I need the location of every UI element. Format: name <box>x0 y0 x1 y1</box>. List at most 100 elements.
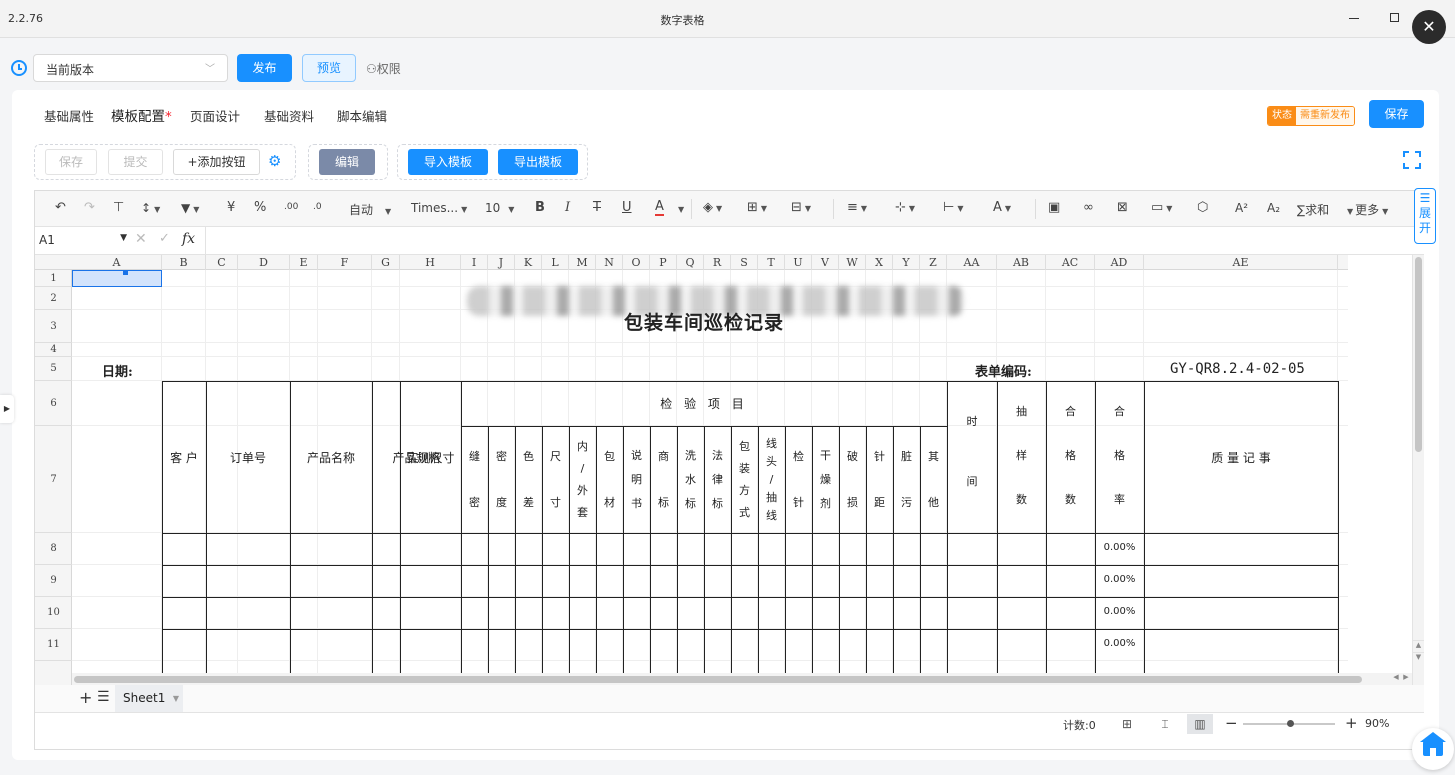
column-header-cell[interactable]: N <box>596 255 623 270</box>
column-header-cell[interactable]: G <box>372 255 400 270</box>
header-sample-char[interactable]: 抽 <box>997 401 1046 423</box>
inspection-item-char[interactable]: 标 <box>677 493 704 515</box>
column-header-cell[interactable]: F <box>318 255 372 270</box>
header-order-no[interactable]: 订单号 <box>206 449 290 466</box>
font-color-dropdown[interactable]: ▼ <box>675 201 684 215</box>
inspection-item-char[interactable]: 书 <box>623 493 650 515</box>
column-header-cell[interactable]: AB <box>997 255 1046 270</box>
fill-handle[interactable] <box>123 270 128 275</box>
header-rate-char[interactable]: 率 <box>1095 489 1144 511</box>
sort-icon[interactable]: ↕ ▼ <box>141 201 160 215</box>
align-left-icon[interactable]: ≡ ▼ <box>847 200 867 215</box>
fill-color-icon[interactable]: ◈ ▼ <box>703 200 722 215</box>
inspection-item-char[interactable]: 密 <box>461 492 488 514</box>
increase-decimal-icon[interactable]: .00 <box>284 202 298 212</box>
fullscreen-icon[interactable] <box>1403 151 1421 169</box>
row-header-cell[interactable]: 5 <box>35 357 72 381</box>
inspection-item-char[interactable]: 密 <box>488 446 515 468</box>
pass-rate-cell[interactable]: 0.00% <box>1095 574 1144 585</box>
date-label[interactable]: 日期: <box>102 361 133 380</box>
form-code-label[interactable]: 表单编码: <box>975 361 1032 380</box>
row-header-cell[interactable]: 2 <box>35 287 72 310</box>
inspection-item-char[interactable]: 脏 <box>893 446 920 468</box>
inspection-item-char[interactable]: 内 <box>569 436 596 458</box>
column-header-cell[interactable]: X <box>866 255 893 270</box>
column-header-cell[interactable]: S <box>731 255 758 270</box>
header-customer[interactable]: 客 户 <box>162 449 206 466</box>
vertical-scrollbar[interactable]: ▲ ▼ <box>1412 255 1424 685</box>
cancel-icon[interactable]: ✕ <box>135 231 147 247</box>
number-format-select[interactable]: 自动 ▼ <box>349 201 391 218</box>
scroll-up-icon[interactable]: ▲ <box>1413 640 1424 652</box>
row-header-cell[interactable]: 9 <box>35 565 72 597</box>
expand-panel-button[interactable]: ☰ 展开 <box>1414 188 1436 244</box>
image-icon[interactable]: ▣ <box>1048 200 1060 215</box>
inspection-item-char[interactable]: 燥 <box>812 469 839 491</box>
inspection-item-char[interactable]: 寸 <box>542 492 569 514</box>
header-qualified-char[interactable]: 数 <box>1046 489 1095 511</box>
header-sample-char[interactable]: 样 <box>997 445 1046 467</box>
inspection-item-char[interactable]: 针 <box>785 492 812 514</box>
zoom-out-icon[interactable]: − <box>1225 714 1238 732</box>
row-header-cell[interactable]: 8 <box>35 533 72 565</box>
name-box[interactable]: A1 ▼ <box>39 233 127 247</box>
normal-view-icon[interactable]: ⊞ <box>1114 714 1140 734</box>
form-submit-button[interactable]: 提交 <box>108 149 163 175</box>
inspection-group-header[interactable]: 检 验 项 目 <box>461 395 947 412</box>
header-time-char[interactable]: 时 <box>947 411 997 433</box>
column-header-cell[interactable]: AE <box>1144 255 1338 270</box>
maximize-icon[interactable] <box>1390 13 1399 22</box>
column-header-cell[interactable]: H <box>400 255 461 270</box>
column-header-cell[interactable]: M <box>569 255 596 270</box>
inspection-item-char[interactable]: / <box>569 458 596 480</box>
inspection-item-char[interactable]: 律 <box>704 469 731 491</box>
font-family-select[interactable]: Times... ▼ <box>411 201 467 215</box>
import-template-button[interactable]: 导入模板 <box>408 149 488 175</box>
version-select[interactable]: 当前版本 ﹀ <box>33 54 228 82</box>
currency-icon[interactable]: ¥ <box>227 200 235 215</box>
header-sample-char[interactable]: 数 <box>997 489 1046 511</box>
border-icon[interactable]: ⊞ ▼ <box>747 200 767 215</box>
bold-icon[interactable]: B <box>535 200 545 215</box>
tab-script-edit[interactable]: 脚本编辑 <box>337 106 387 125</box>
column-header-cell[interactable]: C <box>206 255 238 270</box>
undo-icon[interactable]: ↶ <box>55 200 66 215</box>
horizontal-scrollbar[interactable]: ◀ ▶ <box>72 673 1412 685</box>
inspection-item-char[interactable]: 说 <box>623 445 650 467</box>
font-size-select[interactable]: 10 ▼ <box>485 201 514 215</box>
inspection-item-char[interactable]: 检 <box>785 446 812 468</box>
tab-page-design[interactable]: 页面设计 <box>190 106 240 125</box>
add-sheet-icon[interactable]: + <box>79 688 92 707</box>
header-qualified-char[interactable]: 格 <box>1046 445 1095 467</box>
format-painter-icon[interactable]: ⊤ <box>113 200 124 215</box>
inspection-item-char[interactable]: 水 <box>677 469 704 491</box>
column-header-cell[interactable]: R <box>704 255 731 270</box>
sheet-list-icon[interactable]: ☰ <box>97 689 110 705</box>
column-header-cell[interactable]: Q <box>677 255 704 270</box>
inspection-item-char[interactable]: 损 <box>839 492 866 514</box>
cell-grid[interactable]: A B C D E F G H I J K L M N O P Q R S T U V W X Y Z AA AB AC AD AE 123… <box>35 255 1424 685</box>
history-clock-icon[interactable] <box>11 60 27 76</box>
vertical-scroll-thumb[interactable] <box>1415 257 1422 452</box>
row-header-cell[interactable]: 4 <box>35 343 72 357</box>
inspection-item-char[interactable]: 其 <box>920 446 947 468</box>
minimize-icon[interactable] <box>1346 8 1362 28</box>
header-rate-char[interactable]: 合 <box>1095 401 1144 423</box>
gear-icon[interactable]: ⚙ <box>268 153 284 169</box>
comment-icon[interactable]: ▭ ▼ <box>1151 200 1172 215</box>
column-header-cell[interactable]: O <box>623 255 650 270</box>
column-header-cell[interactable]: D <box>238 255 290 270</box>
column-header-cell[interactable]: L <box>542 255 569 270</box>
row-header-cell[interactable]: 3 <box>35 310 72 343</box>
sum-button[interactable]: ∑求和 <box>1297 201 1329 218</box>
inspection-item-char[interactable]: 尺 <box>542 446 569 468</box>
inspection-item-char[interactable]: 色 <box>515 446 542 468</box>
tab-basic-data[interactable]: 基础资料 <box>264 106 314 125</box>
column-header-cell[interactable]: AA <box>947 255 997 270</box>
column-header-cell[interactable]: B <box>162 255 206 270</box>
row-header-cell[interactable]: 1 <box>35 270 72 287</box>
inspection-item-char[interactable]: 明 <box>623 469 650 491</box>
link-icon[interactable]: ∞ <box>1083 200 1094 215</box>
inspection-item-char[interactable]: 标 <box>704 493 731 515</box>
save-button[interactable]: 保存 <box>1369 100 1424 128</box>
